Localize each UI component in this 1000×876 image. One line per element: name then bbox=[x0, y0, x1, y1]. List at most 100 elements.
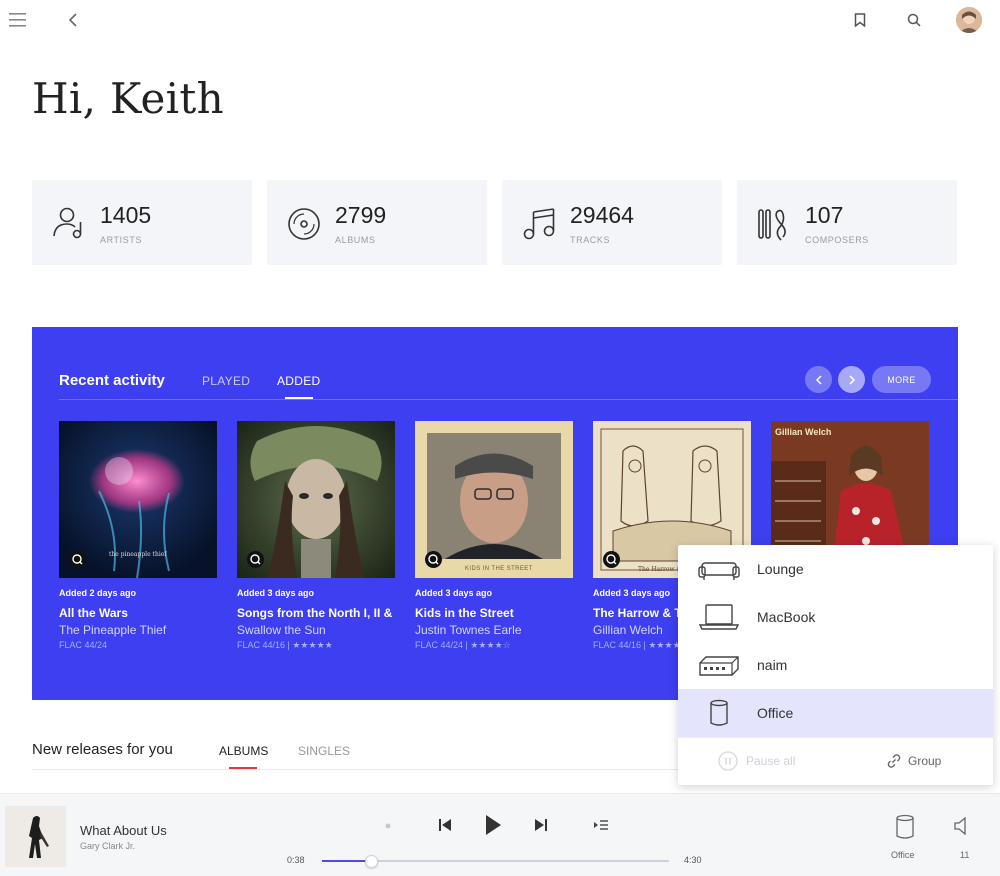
album-title: Kids in the Street bbox=[415, 606, 514, 620]
progress-fill bbox=[322, 860, 371, 862]
zone-label: MacBook bbox=[757, 609, 816, 625]
hamburger-menu-icon[interactable] bbox=[6, 8, 30, 32]
group-button[interactable]: Group bbox=[886, 751, 941, 771]
chevron-left-icon bbox=[815, 374, 822, 385]
artist-icon bbox=[50, 204, 90, 244]
volume-icon bbox=[954, 817, 966, 835]
speaker-icon bbox=[698, 699, 740, 727]
album-quality: FLAC 44/24 | ★★★★☆ bbox=[415, 640, 511, 650]
divider bbox=[678, 737, 993, 738]
duration-time: 4:30 bbox=[684, 855, 702, 865]
search-icon[interactable] bbox=[902, 8, 926, 32]
album-artist: Justin Townes Earle bbox=[415, 623, 522, 637]
zone-item-lounge[interactable]: Lounge bbox=[678, 545, 993, 593]
group-label: Group bbox=[908, 754, 942, 768]
stat-label: ALBUMS bbox=[335, 235, 376, 245]
album-title: Songs from the North I, II & III bbox=[237, 606, 395, 620]
album-cover[interactable]: KIDS IN THE STREET bbox=[415, 421, 573, 578]
stat-value: 1405 bbox=[100, 202, 152, 228]
back-chevron-icon[interactable] bbox=[62, 8, 86, 32]
link-icon bbox=[887, 754, 901, 768]
tab-albums[interactable]: ALBUMS bbox=[219, 744, 268, 758]
play-button[interactable] bbox=[478, 810, 508, 840]
top-bar bbox=[0, 0, 1000, 40]
progress-slider[interactable] bbox=[322, 855, 669, 868]
laptop-icon bbox=[698, 603, 740, 631]
zone-item-naim[interactable]: naim bbox=[678, 641, 993, 689]
zone-select-button[interactable] bbox=[892, 812, 918, 842]
pause-all-button[interactable]: Pause all bbox=[718, 751, 795, 771]
zone-label: Office bbox=[891, 850, 915, 860]
skip-next-icon bbox=[535, 819, 547, 831]
elapsed-time: 0:38 bbox=[287, 855, 305, 865]
next-track-button[interactable] bbox=[530, 814, 552, 836]
divider bbox=[59, 399, 959, 400]
stat-card-tracks[interactable]: 29464 TRACKS bbox=[502, 180, 722, 265]
cover-text: Gillian Welch bbox=[775, 427, 832, 437]
volume-button[interactable] bbox=[950, 814, 972, 838]
bookmark-icon[interactable] bbox=[848, 8, 872, 32]
dot-icon bbox=[385, 823, 391, 829]
hi-res-badge-icon bbox=[247, 551, 264, 568]
next-page-button[interactable] bbox=[838, 366, 865, 393]
chevron-right-icon bbox=[848, 374, 855, 385]
stat-card-composers[interactable]: 107 COMPOSERS bbox=[737, 180, 957, 265]
now-playing-artist: Gary Clark Jr. bbox=[80, 841, 136, 851]
zone-item-macbook[interactable]: MacBook bbox=[678, 593, 993, 641]
stat-label: ARTISTS bbox=[100, 235, 143, 245]
previous-track-button[interactable] bbox=[434, 814, 456, 836]
album-card[interactable]: the pineapple thief Added 2 days ago All… bbox=[59, 421, 217, 650]
amplifier-icon bbox=[698, 651, 740, 679]
more-button[interactable]: MORE bbox=[872, 366, 931, 393]
hi-res-badge-icon bbox=[425, 551, 442, 568]
pause-all-label: Pause all bbox=[746, 754, 796, 768]
skip-previous-icon bbox=[439, 819, 451, 831]
album-card[interactable]: KIDS IN THE STREET Added 3 days ago Kids… bbox=[415, 421, 573, 651]
composer-icon bbox=[755, 204, 795, 244]
stat-label: COMPOSERS bbox=[805, 235, 869, 245]
tab-added[interactable]: ADDED bbox=[277, 374, 321, 388]
album-quality: FLAC 44/16 | ★★★★★ bbox=[237, 640, 333, 650]
cover-text: KIDS IN THE STREET bbox=[465, 566, 533, 572]
album-icon bbox=[285, 204, 325, 244]
album-added-date: Added 2 days ago bbox=[59, 588, 137, 598]
album-cover[interactable] bbox=[237, 421, 395, 578]
hi-res-badge-icon bbox=[603, 551, 620, 568]
stat-card-artists[interactable]: 1405 ARTISTS bbox=[32, 180, 252, 265]
zone-label: naim bbox=[757, 657, 788, 673]
now-playing-cover[interactable] bbox=[5, 806, 66, 867]
zone-item-office[interactable]: Office bbox=[678, 689, 993, 737]
stat-label: TRACKS bbox=[570, 235, 611, 245]
progress-knob[interactable] bbox=[364, 855, 378, 868]
tab-singles[interactable]: SINGLES bbox=[298, 744, 350, 758]
album-added-date: Added 3 days ago bbox=[415, 588, 493, 598]
play-icon bbox=[486, 815, 501, 835]
tab-played[interactable]: PLAYED bbox=[202, 374, 250, 388]
album-artist: Swallow the Sun bbox=[237, 623, 326, 637]
album-cover[interactable]: the pineapple thief bbox=[59, 421, 217, 578]
zone-label: Lounge bbox=[757, 561, 804, 577]
album-added-date: Added 3 days ago bbox=[237, 588, 315, 598]
previous-page-button[interactable] bbox=[805, 366, 832, 393]
pause-circle-icon bbox=[718, 751, 738, 771]
hi-res-badge-icon bbox=[69, 551, 86, 568]
zone-picker-popup: Lounge MacBook naim Office Pause all Gro… bbox=[678, 545, 993, 785]
radio-dot-button[interactable] bbox=[380, 818, 396, 834]
stat-value: 2799 bbox=[335, 202, 387, 228]
stat-value: 107 bbox=[805, 202, 844, 228]
queue-button[interactable] bbox=[590, 814, 612, 836]
stat-value: 29464 bbox=[570, 202, 634, 228]
sofa-icon bbox=[698, 555, 740, 583]
album-artist: The Pineapple Thief bbox=[59, 623, 167, 637]
album-title: All the Wars bbox=[59, 606, 128, 620]
queue-icon bbox=[594, 820, 608, 830]
album-quality: FLAC 44/24 bbox=[59, 640, 108, 650]
stat-card-albums[interactable]: 2799 ALBUMS bbox=[267, 180, 487, 265]
music-note-icon bbox=[520, 204, 560, 244]
cover-text: the pineapple thief bbox=[109, 551, 167, 558]
user-avatar[interactable] bbox=[956, 7, 982, 33]
now-playing-title: What About Us bbox=[80, 823, 167, 838]
zone-label: Office bbox=[757, 705, 794, 721]
album-card[interactable]: Added 3 days ago Songs from the North I,… bbox=[237, 421, 395, 651]
volume-level: 11 bbox=[960, 850, 970, 860]
